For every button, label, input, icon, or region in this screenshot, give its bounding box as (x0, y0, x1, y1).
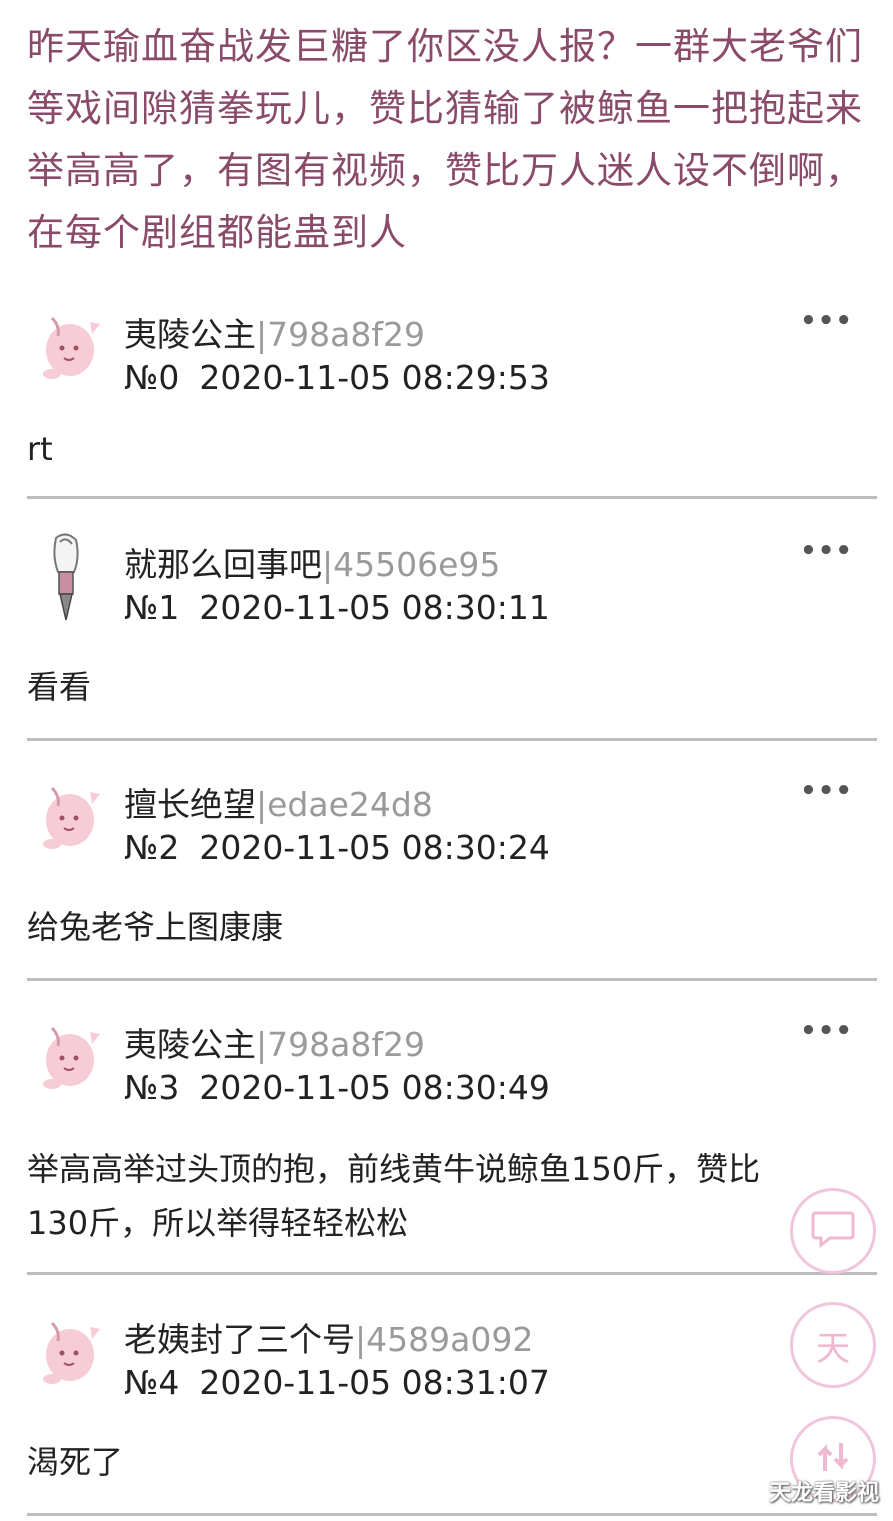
post-time: 2020-11-05 08:29:53 (199, 358, 550, 397)
divider (27, 738, 877, 741)
middle-label: 天 (816, 1328, 850, 1369)
username[interactable]: 老姨封了三个号 (124, 1320, 355, 1359)
separator: | (256, 315, 268, 354)
user-hash: edae24d8 (267, 785, 433, 824)
more-options-icon[interactable]: ••• (800, 536, 853, 566)
post-content: 举高高举过头顶的抱，前线黄牛说鲸鱼150斤，赞比130斤，所以举得轻轻松松 (27, 1150, 761, 1242)
sky-button[interactable]: 天 (790, 1302, 876, 1388)
avatar-pink-creature[interactable] (34, 1309, 104, 1389)
avatar-pink-creature[interactable] (34, 774, 104, 854)
username[interactable]: 夷陵公主 (124, 1025, 256, 1064)
post-number: №4 (124, 1363, 180, 1402)
username-line[interactable]: 夷陵公主|798a8f29 (124, 308, 425, 356)
user-hash: 45506e95 (333, 545, 501, 584)
watermark: 天龙看影视 (768, 1481, 879, 1506)
avatar-pink-creature[interactable] (34, 304, 104, 384)
post-time: 2020-11-05 08:30:49 (199, 1068, 550, 1107)
username-line[interactable]: 老姨封了三个号|4589a092 (124, 1313, 533, 1361)
more-options-icon[interactable]: ••• (800, 1016, 853, 1046)
post-meta: №1 2020-11-05 08:30:11 (124, 588, 550, 627)
post-content: 渴死了 (27, 1443, 124, 1481)
comment-bubble-icon (810, 1209, 856, 1253)
thread-title: 昨天瑜血奋战发巨糖了你区没人报？一群大老爷们等戏间隙猜拳玩儿，赞比猜输了被鲸鱼一… (27, 25, 863, 254)
post-time: 2020-11-05 08:31:07 (199, 1363, 550, 1402)
avatar-white-figure[interactable] (44, 532, 88, 624)
separator: | (256, 785, 268, 824)
post-content: 看看 (27, 668, 92, 706)
post-number: №2 (124, 828, 180, 867)
username[interactable]: 夷陵公主 (124, 315, 256, 354)
username-line[interactable]: 夷陵公主|798a8f29 (124, 1018, 425, 1066)
post-number: №1 (124, 588, 180, 627)
post-meta: №2 2020-11-05 08:30:24 (124, 828, 550, 867)
divider (27, 1272, 877, 1275)
post-time: 2020-11-05 08:30:11 (199, 588, 550, 627)
username[interactable]: 擅长绝望 (124, 785, 256, 824)
post-number: №0 (124, 358, 180, 397)
divider (27, 496, 877, 499)
divider (27, 978, 877, 981)
user-hash: 798a8f29 (267, 315, 425, 354)
separator: | (322, 545, 334, 584)
username-line[interactable]: 擅长绝望|edae24d8 (124, 778, 433, 826)
post-number: №3 (124, 1068, 180, 1107)
post-content: 给兔老爷上图康康 (27, 908, 284, 946)
post-meta: №4 2020-11-05 08:31:07 (124, 1363, 550, 1402)
post-content: rt (27, 430, 53, 468)
divider (27, 1513, 877, 1516)
post-meta: №0 2020-11-05 08:29:53 (124, 358, 550, 397)
post-time: 2020-11-05 08:30:24 (199, 828, 550, 867)
avatar-pink-creature[interactable] (34, 1014, 104, 1094)
separator: | (355, 1320, 367, 1359)
reply-button[interactable] (790, 1188, 876, 1274)
username[interactable]: 就那么回事吧 (124, 545, 322, 584)
more-options-icon[interactable]: ••• (800, 776, 853, 806)
username-line[interactable]: 就那么回事吧|45506e95 (124, 538, 500, 586)
user-hash: 4589a092 (366, 1320, 534, 1359)
user-hash: 798a8f29 (267, 1025, 425, 1064)
more-options-icon[interactable]: ••• (800, 306, 853, 336)
post-meta: №3 2020-11-05 08:30:49 (124, 1068, 550, 1107)
separator: | (256, 1025, 268, 1064)
